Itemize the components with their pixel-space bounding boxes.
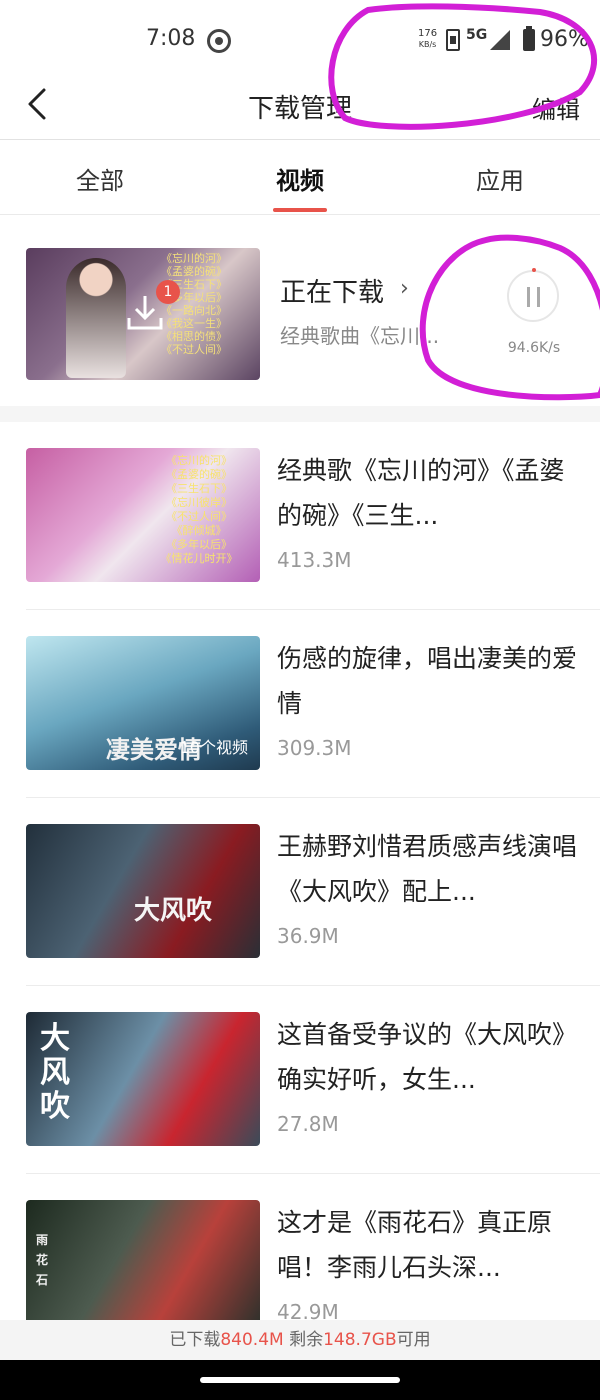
video-title: 这才是《雨花石》真正原唱！李雨儿石头深... xyxy=(277,1208,553,1282)
video-thumbnail: 大风吹 xyxy=(26,1012,260,1146)
video-size: 36.9M xyxy=(277,924,339,948)
video-title: 经典歌《忘川的河》《孟婆的碗》《三生... xyxy=(277,456,565,530)
video-size: 27.8M xyxy=(277,1112,339,1136)
tab-all[interactable]: 全部 xyxy=(25,161,175,196)
video-title: 伤感的旋律，唱出凄美的爱情 xyxy=(277,644,577,718)
battery-level: 96% xyxy=(540,27,589,52)
video-title: 这首备受争议的《大风吹》确实好听，女生... xyxy=(277,1020,577,1094)
category-tabs: 全部 视频 应用 xyxy=(0,141,600,215)
system-nav-bar xyxy=(0,1360,600,1400)
downloading-subtitle: 经典歌曲《忘川... xyxy=(280,324,440,348)
list-item[interactable]: 大风吹 这首备受争议的《大风吹》确实好听，女生... 27.8M xyxy=(0,986,600,1174)
status-bar: 7:08 176 KB/s 5G 96% xyxy=(0,0,600,80)
home-indicator[interactable] xyxy=(200,1377,400,1383)
thumbnail-caption: 雨花石 xyxy=(36,1233,49,1287)
video-count-badge: 10个视频 xyxy=(179,738,248,757)
downloading-item[interactable]: 《忘川的河》 《孟婆的碗》 《三生石下》 《多年以后》 《一路向北》 《我这一生… xyxy=(0,216,600,406)
battery-icon xyxy=(523,26,535,51)
list-item[interactable]: 大风吹 王赫野刘惜君质感声线演唱《大风吹》配上... 36.9M xyxy=(0,798,600,986)
network-type: 5G xyxy=(466,27,488,43)
active-tab-indicator xyxy=(273,208,327,212)
tab-apps[interactable]: 应用 xyxy=(425,161,575,196)
video-thumbnail: 《忘川的河》 《孟婆的碗》 《三生石下》 《忘川彼岸》 《不过人间》 《醉倾城》… xyxy=(26,448,260,582)
network-speed: 176 KB/s xyxy=(418,28,438,49)
thumbnail-caption: 大风吹 xyxy=(134,896,213,926)
storage-summary: 已下载840.4M 剩余148.7GB可用 xyxy=(0,1320,600,1360)
screen-record-icon xyxy=(207,29,231,53)
downloaded-size: 840.4M xyxy=(220,1330,284,1350)
sim-card-icon xyxy=(446,29,460,51)
thumbnail-figure xyxy=(66,258,126,378)
video-size: 413.3M xyxy=(277,548,352,572)
list-item[interactable]: 《忘川的河》 《孟婆的碗》 《三生石下》 《忘川彼岸》 《不过人间》 《醉倾城》… xyxy=(0,422,600,610)
video-thumbnail: 凄美爱情 10个视频 xyxy=(26,636,260,770)
edit-button[interactable]: 编辑 xyxy=(532,90,580,125)
video-size: 309.3M xyxy=(277,736,352,760)
page-title: 下载管理 xyxy=(247,94,352,124)
section-divider xyxy=(0,406,600,422)
downloading-status-label: 正在下载 xyxy=(280,278,385,308)
download-count-badge: 1 xyxy=(156,280,180,304)
download-speed: 94.6K/s xyxy=(507,340,561,356)
remaining-storage: 148.7GB xyxy=(323,1330,397,1350)
video-thumbnail: 大风吹 xyxy=(26,824,260,958)
thumbnail-lyrics: 《忘川的河》 《孟婆的碗》 《三生石下》 《忘川彼岸》 《不过人间》 《醉倾城》… xyxy=(160,454,238,565)
tab-video[interactable]: 视频 xyxy=(225,161,375,196)
video-title: 王赫野刘惜君质感声线演唱《大风吹》配上... xyxy=(277,832,577,906)
video-thumbnail: 雨花石 xyxy=(26,1200,260,1334)
list-item[interactable]: 凄美爱情 10个视频 伤感的旋律，唱出凄美的爱情 309.3M xyxy=(0,610,600,798)
downloading-thumbnail: 《忘川的河》 《孟婆的碗》 《三生石下》 《多年以后》 《一路向北》 《我这一生… xyxy=(26,248,260,380)
thumbnail-caption: 大风吹 xyxy=(40,1021,70,1124)
status-time: 7:08 xyxy=(146,26,196,51)
progress-dot xyxy=(532,268,536,272)
pause-button[interactable] xyxy=(507,270,559,322)
chevron-right-icon: › xyxy=(400,276,409,301)
app-header: 下载管理 编辑 xyxy=(0,70,600,140)
cell-signal-icon xyxy=(490,30,510,50)
